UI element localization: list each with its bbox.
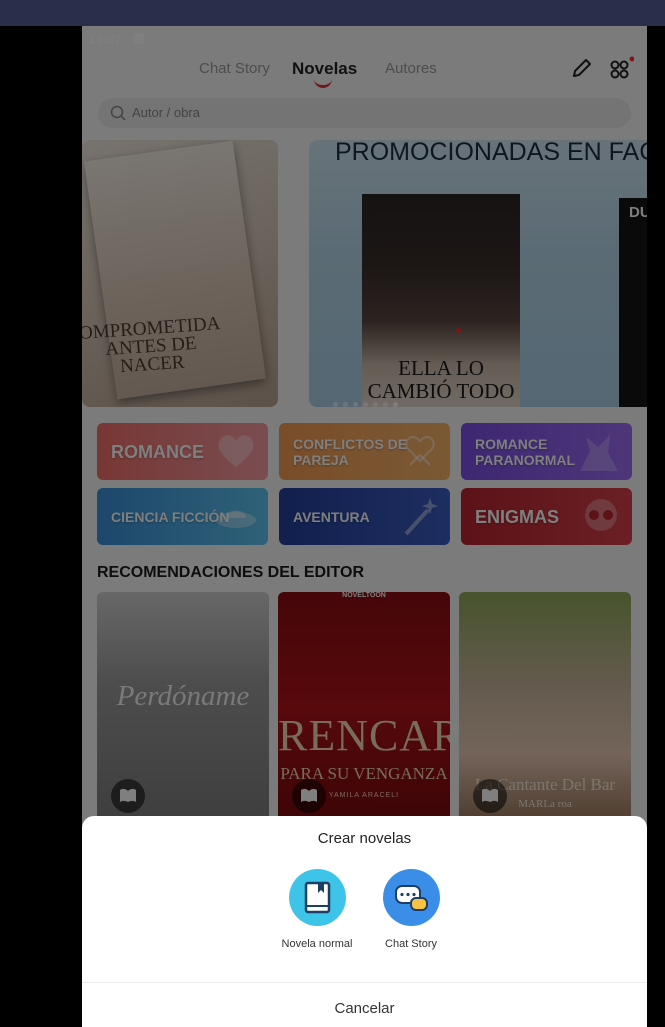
chat-bubbles-icon[interactable] <box>382 869 440 926</box>
create-novel-sheet: Crear novelas Novela normal Chat Story C… <box>82 816 647 1027</box>
option-chat-story[interactable]: Chat Story <box>356 869 466 950</box>
book-icon[interactable] <box>288 869 346 926</box>
app-screen: 14:27 Chat Story Novelas Autores Autor /… <box>82 26 647 1027</box>
sheet-title: Crear novelas <box>317 830 412 847</box>
option-label: Chat Story <box>385 938 437 950</box>
cancel-button[interactable]: Cancelar <box>82 1000 647 1017</box>
sheet-divider <box>82 982 647 983</box>
top-bar <box>0 0 665 26</box>
